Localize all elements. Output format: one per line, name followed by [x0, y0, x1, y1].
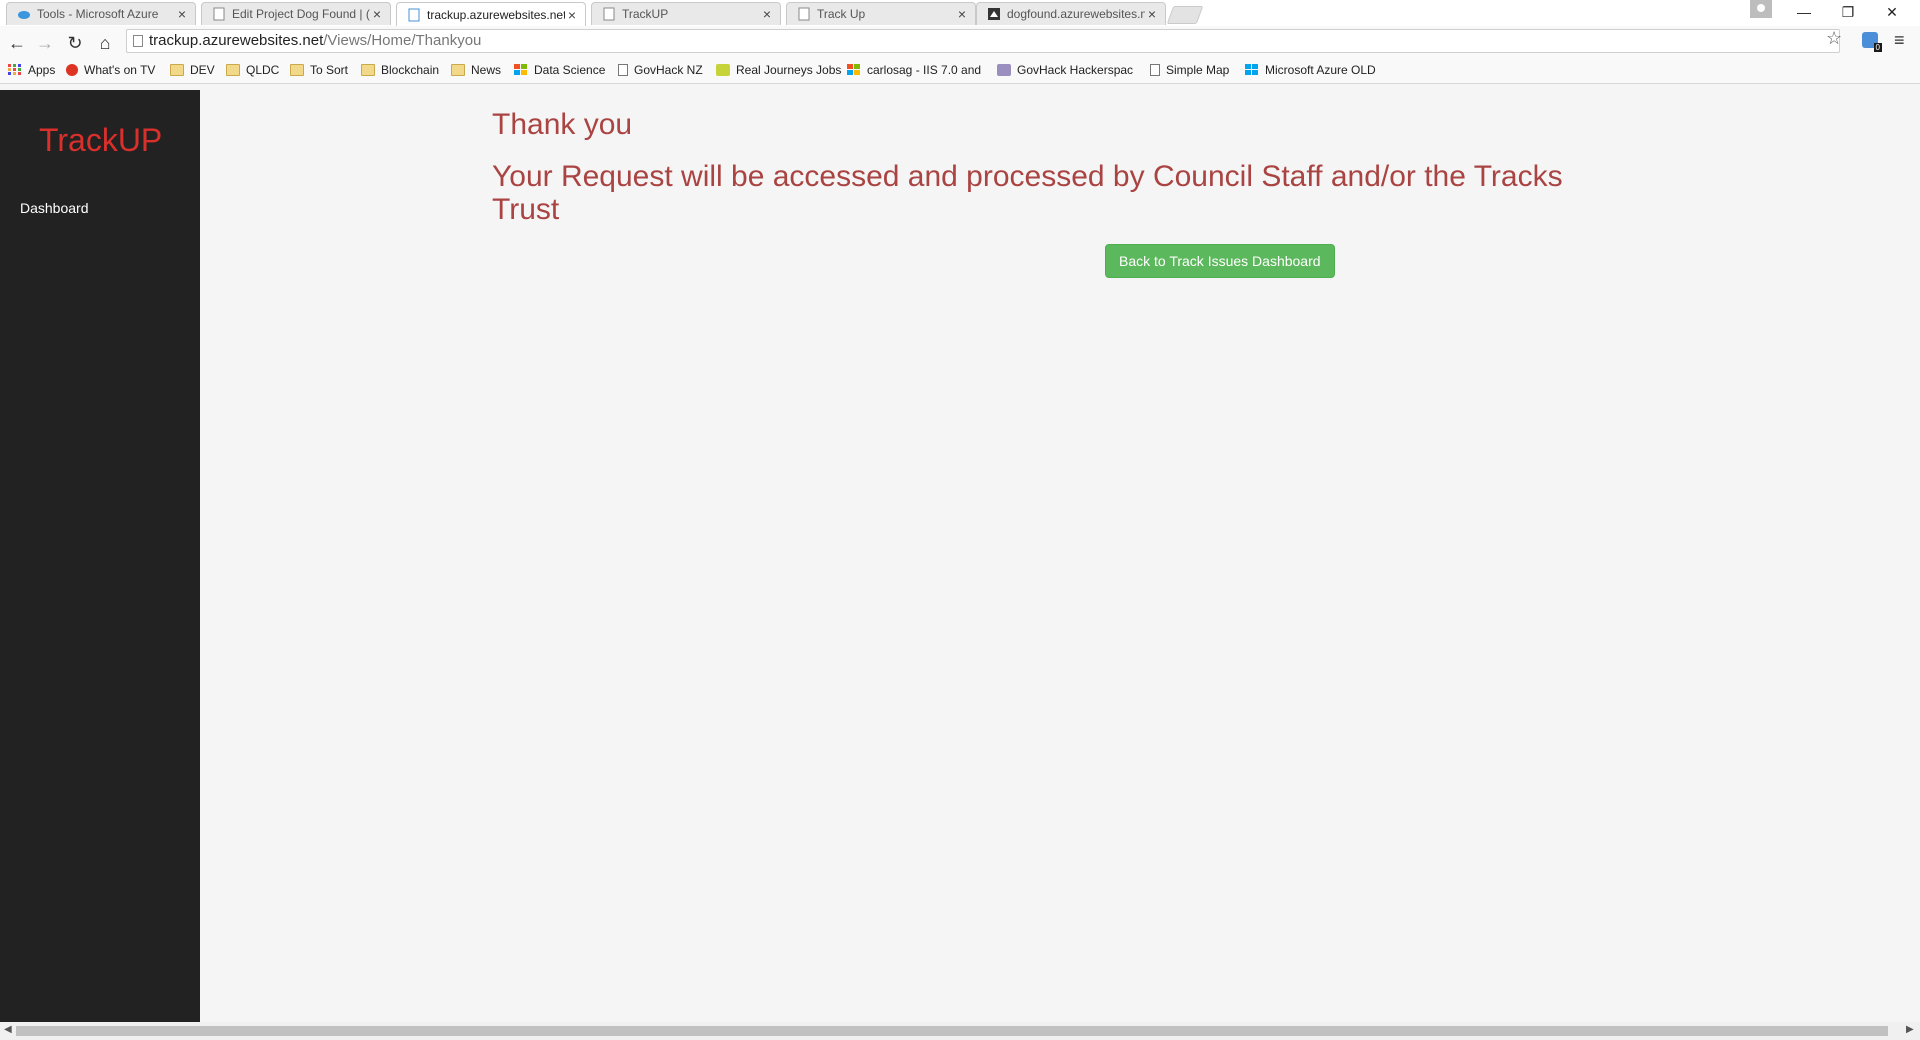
page-icon [797, 7, 811, 21]
bookmark-label: To Sort [310, 63, 349, 77]
site-icon [997, 64, 1011, 76]
bookmark-star-icon[interactable]: ☆ [1826, 28, 1842, 49]
bookmark-govhack-nz[interactable]: GovHack NZ [618, 63, 703, 77]
extension-badge: 0 [1873, 43, 1882, 52]
close-tab-icon[interactable]: × [955, 6, 969, 22]
sidebar: TrackUP Dashboard [0, 90, 200, 1022]
back-to-dashboard-button[interactable]: Back to Track Issues Dashboard [1105, 244, 1335, 278]
restore-icon[interactable]: ❐ [1826, 0, 1870, 24]
bookmark-label: QLDC [246, 63, 280, 77]
page-icon [1150, 64, 1160, 76]
browser-tab-title: dogfound.azurewebsites.n [1007, 7, 1145, 21]
close-window-icon[interactable]: ✕ [1870, 0, 1914, 24]
bookmark-whats-on-tv[interactable]: What's on TV [66, 63, 155, 77]
dog-icon [987, 7, 1001, 21]
browser-tab-title: TrackUP [622, 7, 669, 21]
folder-icon [170, 64, 184, 76]
browser-tab-title: Track Up [817, 7, 866, 21]
main-content: Thank you Your Request will be accessed … [200, 90, 1920, 1022]
bookmark-label: carlosag - IIS 7.0 and [867, 63, 982, 77]
bookmark-folder-dev[interactable]: DEV [170, 63, 215, 77]
address-bar[interactable]: trackup.azurewebsites.net/Views/Home/Tha… [126, 29, 1840, 53]
folder-icon [226, 64, 240, 76]
sidebar-item-dashboard[interactable]: Dashboard [20, 200, 89, 216]
close-tab-icon[interactable]: × [1145, 6, 1159, 22]
leaf-icon [716, 64, 730, 76]
browser-tab[interactable]: Tools - Microsoft Azure × [6, 2, 196, 25]
home-icon[interactable]: ⌂ [92, 30, 118, 56]
folder-icon [361, 64, 375, 76]
apps-grid-icon [8, 64, 22, 76]
bookmark-label: What's on TV [84, 63, 156, 77]
browser-tab-strip: Tools - Microsoft Azure × Edit Project D… [0, 0, 1920, 27]
scroll-left-icon[interactable]: ◀ [4, 1024, 12, 1035]
bookmark-carlosag[interactable]: carlosag - IIS 7.0 and [847, 63, 981, 77]
url-path: /Views/Home/Thankyou [323, 32, 482, 49]
windows-icon [514, 64, 528, 76]
browser-tab[interactable]: Track Up × [786, 2, 976, 25]
bookmark-label: Blockchain [381, 63, 440, 77]
windows-icon [847, 64, 861, 76]
page-icon [618, 64, 628, 76]
new-tab-button[interactable] [1166, 6, 1204, 24]
browser-tab[interactable]: Edit Project Dog Found | ( × [201, 2, 391, 25]
brand-logo[interactable]: TrackUP [39, 122, 162, 159]
browser-menu-icon[interactable]: ≡ [1894, 30, 1905, 51]
close-tab-icon[interactable]: × [370, 6, 384, 22]
scroll-right-icon[interactable]: ▶ [1906, 1024, 1914, 1035]
bookmark-apps[interactable]: Apps [8, 63, 55, 77]
folder-icon [290, 64, 304, 76]
bookmark-real-journeys-jobs[interactable]: Real Journeys Jobs [716, 63, 841, 77]
bookmark-microsoft-azure-old[interactable]: Microsoft Azure OLD [1245, 63, 1376, 77]
bookmark-label: GovHack NZ [634, 63, 703, 77]
reload-icon[interactable]: ↻ [62, 30, 88, 56]
scrollbar-thumb[interactable] [16, 1026, 1888, 1036]
red-badge-icon [66, 64, 78, 76]
windows-icon [1245, 64, 1259, 76]
page-icon [212, 7, 226, 21]
cloud-icon [17, 7, 31, 21]
bookmark-folder-blockchain[interactable]: Blockchain [361, 63, 439, 77]
confirmation-message: Your Request will be accessed and proces… [492, 160, 1563, 226]
page-title: Thank you [492, 108, 633, 141]
bookmarks-bar: Apps What's on TV DEV QLDC To Sort Block… [0, 59, 1920, 84]
page-info-icon[interactable] [133, 35, 143, 47]
close-tab-icon[interactable]: × [760, 6, 774, 22]
horizontal-scrollbar[interactable]: ◀ ▶ [0, 1022, 1920, 1040]
browser-tab[interactable]: TrackUP × [591, 2, 781, 25]
bookmark-folder-qldc[interactable]: QLDC [226, 63, 279, 77]
bookmark-label: GovHack Hackerspac [1017, 63, 1134, 77]
bookmark-label: DEV [190, 63, 215, 77]
bookmark-folder-to-sort[interactable]: To Sort [290, 63, 348, 77]
browser-tab-title: Edit Project Dog Found | ( [232, 7, 370, 21]
extension-icon[interactable]: 0 [1862, 32, 1882, 52]
browser-tab-active[interactable]: trackup.azurewebsites.net × [396, 2, 586, 26]
bookmark-govhack-hackerspace[interactable]: GovHack Hackerspac [997, 63, 1133, 77]
folder-icon [451, 64, 465, 76]
browser-tab-title: trackup.azurewebsites.net [427, 7, 565, 22]
bookmark-label: Apps [28, 63, 56, 77]
back-icon[interactable]: ← [4, 30, 30, 56]
close-tab-icon[interactable]: × [565, 7, 579, 23]
browser-tab[interactable]: dogfound.azurewebsites.n × [976, 2, 1166, 25]
browser-tab-title: Tools - Microsoft Azure [37, 7, 159, 21]
bookmark-label: Simple Map [1166, 63, 1230, 77]
profile-icon[interactable] [1750, 0, 1772, 18]
forward-icon[interactable]: → [32, 30, 58, 56]
bookmark-label: News [471, 63, 502, 77]
bookmark-simple-map[interactable]: Simple Map [1150, 63, 1229, 77]
url-host: trackup.azurewebsites.net [149, 32, 324, 49]
bookmark-label: Real Journeys Jobs [736, 63, 842, 77]
bookmark-label: Microsoft Azure OLD [1265, 63, 1376, 77]
close-tab-icon[interactable]: × [175, 6, 189, 22]
bookmark-folder-news[interactable]: News [451, 63, 501, 77]
page-icon [602, 7, 616, 21]
browser-toolbar: ← → ↻ ⌂ trackup.azurewebsites.net/Views/… [0, 26, 1920, 59]
page-icon [407, 8, 421, 22]
minimize-icon[interactable]: — [1782, 0, 1826, 24]
bookmark-label: Data Science [534, 63, 606, 77]
bookmark-data-science[interactable]: Data Science [514, 63, 605, 77]
